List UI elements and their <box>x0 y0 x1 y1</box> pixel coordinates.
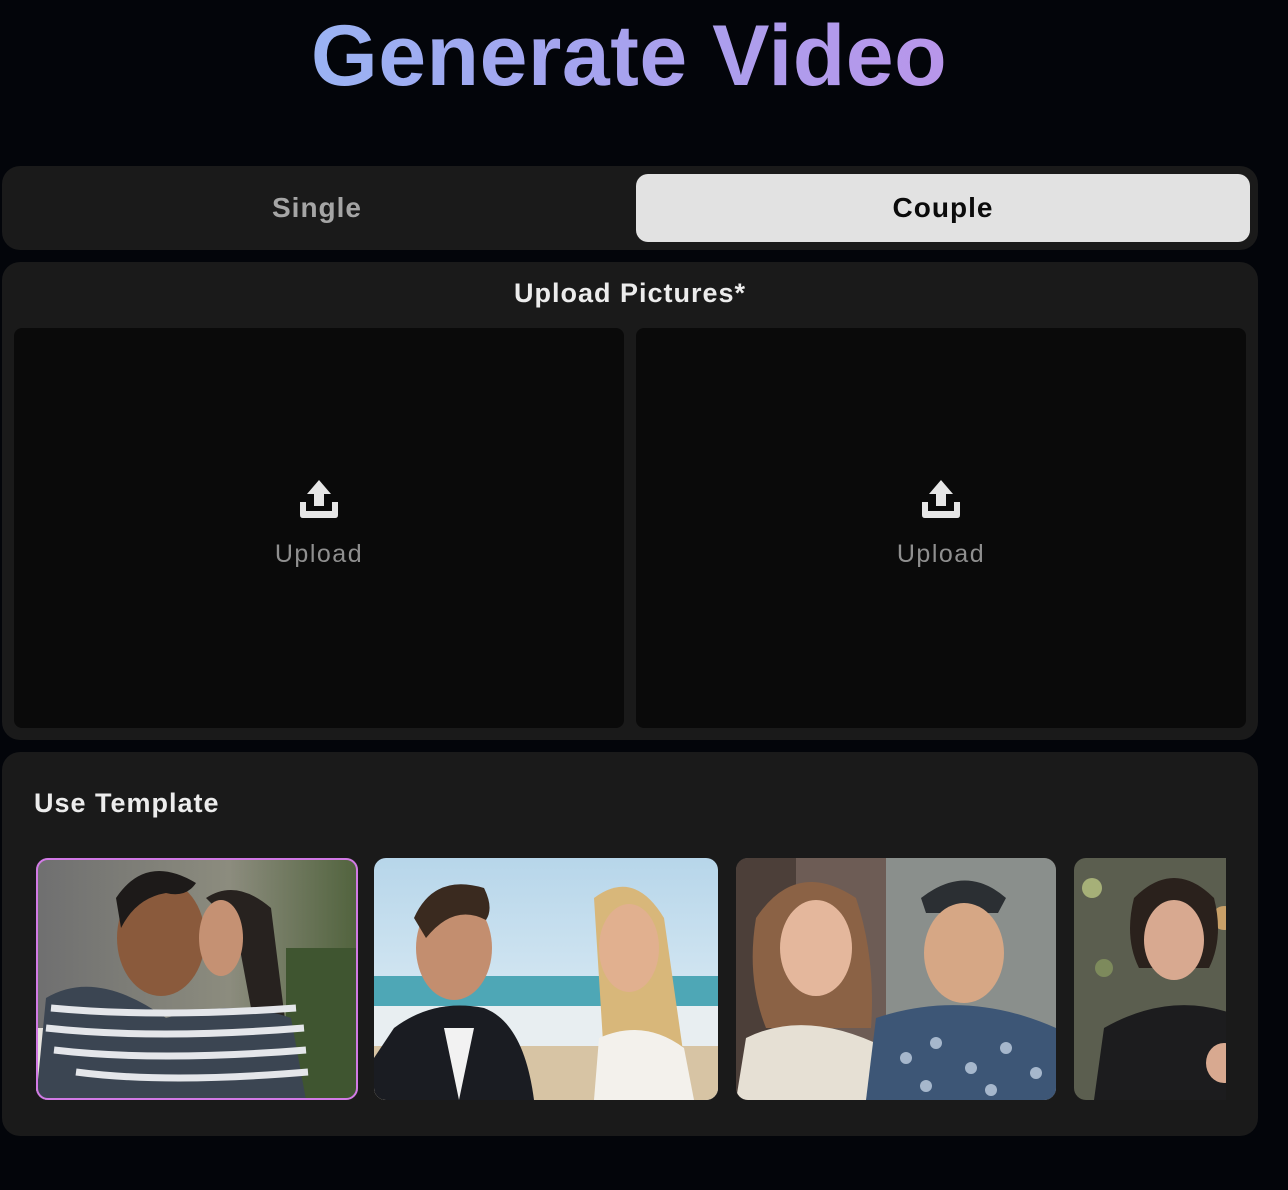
upload-icon <box>300 480 338 518</box>
tab-couple[interactable]: Couple <box>636 174 1250 242</box>
template-card-couple-embracing[interactable] <box>36 858 358 1100</box>
template-card-couple-on-beach[interactable] <box>374 858 718 1100</box>
use-template-panel: Use Template <box>2 752 1258 1136</box>
upload-icon <box>922 480 960 518</box>
upload-slot-second[interactable]: Upload <box>636 328 1246 728</box>
use-template-title: Use Template <box>34 788 220 818</box>
upload-label: Upload <box>274 540 364 568</box>
template-card-couple-smiling-outdoors[interactable] <box>736 858 1056 1100</box>
template-card-woman-portrait[interactable] <box>1074 858 1226 1100</box>
mode-toggle: Single Couple <box>2 166 1258 250</box>
upload-slot-first[interactable]: Upload <box>14 328 624 728</box>
page-title: Generate Video <box>0 6 1258 106</box>
template-thumbnail-image <box>1074 858 1226 1100</box>
template-thumbnail-image <box>36 858 358 1100</box>
template-thumbnail-image <box>736 858 1056 1100</box>
upload-pictures-title: Upload Pictures* <box>513 278 747 308</box>
tab-single[interactable]: Single <box>10 174 624 242</box>
template-thumbnail-image <box>374 858 718 1100</box>
upload-pictures-panel: Upload Pictures* Upload Upload <box>2 262 1258 740</box>
template-carousel[interactable] <box>34 858 1226 1102</box>
upload-label: Upload <box>896 540 986 568</box>
